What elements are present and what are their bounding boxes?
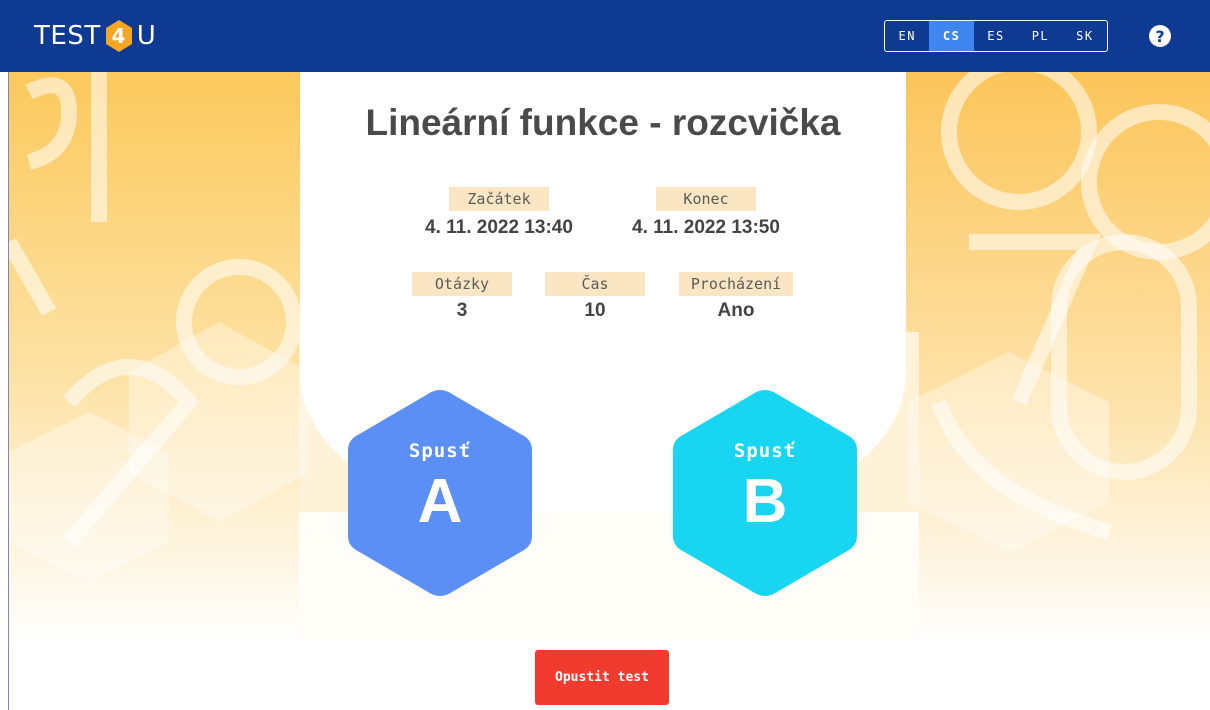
logo-text-left: TEST xyxy=(34,21,101,51)
logo-hexagon-icon: 4 xyxy=(104,19,134,53)
variant-a-label: Spusť xyxy=(408,440,472,462)
test-title: Lineární funkce - rozcvička xyxy=(365,102,841,143)
browsing-value: Ano xyxy=(717,300,755,321)
end-label: Konec xyxy=(656,187,756,211)
logo-digit: 4 xyxy=(111,24,126,48)
language-switcher: EN CS ES PL SK xyxy=(884,20,1108,52)
lang-en[interactable]: EN xyxy=(885,21,929,51)
logo-text-right: U xyxy=(136,21,157,51)
lang-es[interactable]: ES xyxy=(974,21,1018,51)
lang-cs[interactable]: CS xyxy=(929,21,974,51)
leave-test-button[interactable]: Opustit test xyxy=(535,650,669,705)
start-variant-a-button[interactable]: Spusť A xyxy=(346,388,534,598)
variant-a-letter: A xyxy=(417,467,463,536)
test4u-logo[interactable]: TEST 4 U xyxy=(34,20,156,52)
start-value: 4. 11. 2022 13:40 xyxy=(425,217,573,238)
end-value: 4. 11. 2022 13:50 xyxy=(632,217,780,238)
lang-sk[interactable]: SK xyxy=(1063,21,1107,51)
questions-value: 3 xyxy=(456,300,468,321)
help-icon[interactable]: ? xyxy=(1149,25,1171,47)
start-variant-b-button[interactable]: Spusť B xyxy=(671,388,859,598)
top-bar: TEST 4 U EN CS ES PL SK ? xyxy=(0,0,1210,72)
lang-pl[interactable]: PL xyxy=(1018,21,1062,51)
questions-label: Otázky xyxy=(412,272,512,296)
time-value: 10 xyxy=(584,300,606,321)
start-label: Začátek xyxy=(449,187,549,211)
variant-b-label: Spusť xyxy=(733,440,797,462)
variant-b-letter: B xyxy=(742,467,788,536)
browsing-label: Procházení xyxy=(679,272,793,296)
time-label: Čas xyxy=(545,272,645,296)
